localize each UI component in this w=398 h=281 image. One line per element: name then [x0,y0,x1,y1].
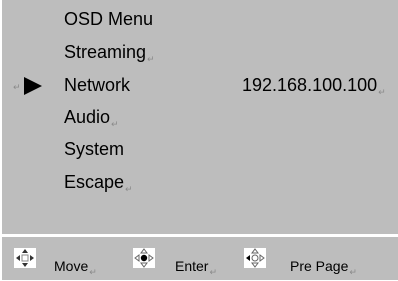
line-mark: ↵ [349,267,357,277]
menu-item-osd-menu[interactable]: OSD Menu [64,8,154,37]
line-mark: ↵ [125,184,133,194]
menu-item-system[interactable]: System [64,138,125,167]
osd-screen: ↵ OSD Menu Streaming↵ Network Audio↵ Sys… [0,0,398,280]
menu-item-label: System [64,139,125,159]
line-mark: ↵ [378,87,386,97]
menu-item-label: Streaming [64,42,147,62]
enter-key-label: Enter↵ [175,257,217,281]
line-mark: ↵ [147,54,155,64]
menu-item-escape[interactable]: Escape↵ [64,171,133,200]
menu-item-streaming[interactable]: Streaming↵ [64,41,155,70]
enter-label-text: Enter [175,258,209,274]
selection-arrow-icon [24,77,42,95]
menu-item-label: Escape [64,172,125,192]
menu-item-network[interactable]: Network [64,74,131,103]
menu-item-label: Network [64,75,131,95]
move-key-label: Move↵ [54,257,97,281]
move-label-text: Move [54,258,89,274]
network-ip-value: 192.168.100.100↵ [242,74,386,103]
enter-dpad-icon [133,248,155,268]
menu-item-label: OSD Menu [64,9,154,29]
prepage-key-label: Pre Page↵ [290,257,357,281]
four-way-arrows-icon [14,248,36,268]
prepage-label-text: Pre Page [290,258,349,274]
line-mark: ↵ [209,267,218,277]
ip-address: 192.168.100.100 [242,75,378,95]
menu-item-audio[interactable]: Audio↵ [64,106,119,135]
osd-menu-panel: ↵ OSD Menu Streaming↵ Network Audio↵ Sys… [2,0,398,234]
left-dpad-icon [244,248,266,268]
menu-item-label: Audio [64,107,111,127]
selection-mark: ↵ [13,82,21,92]
line-mark: ↵ [89,267,97,277]
line-mark: ↵ [111,119,119,129]
